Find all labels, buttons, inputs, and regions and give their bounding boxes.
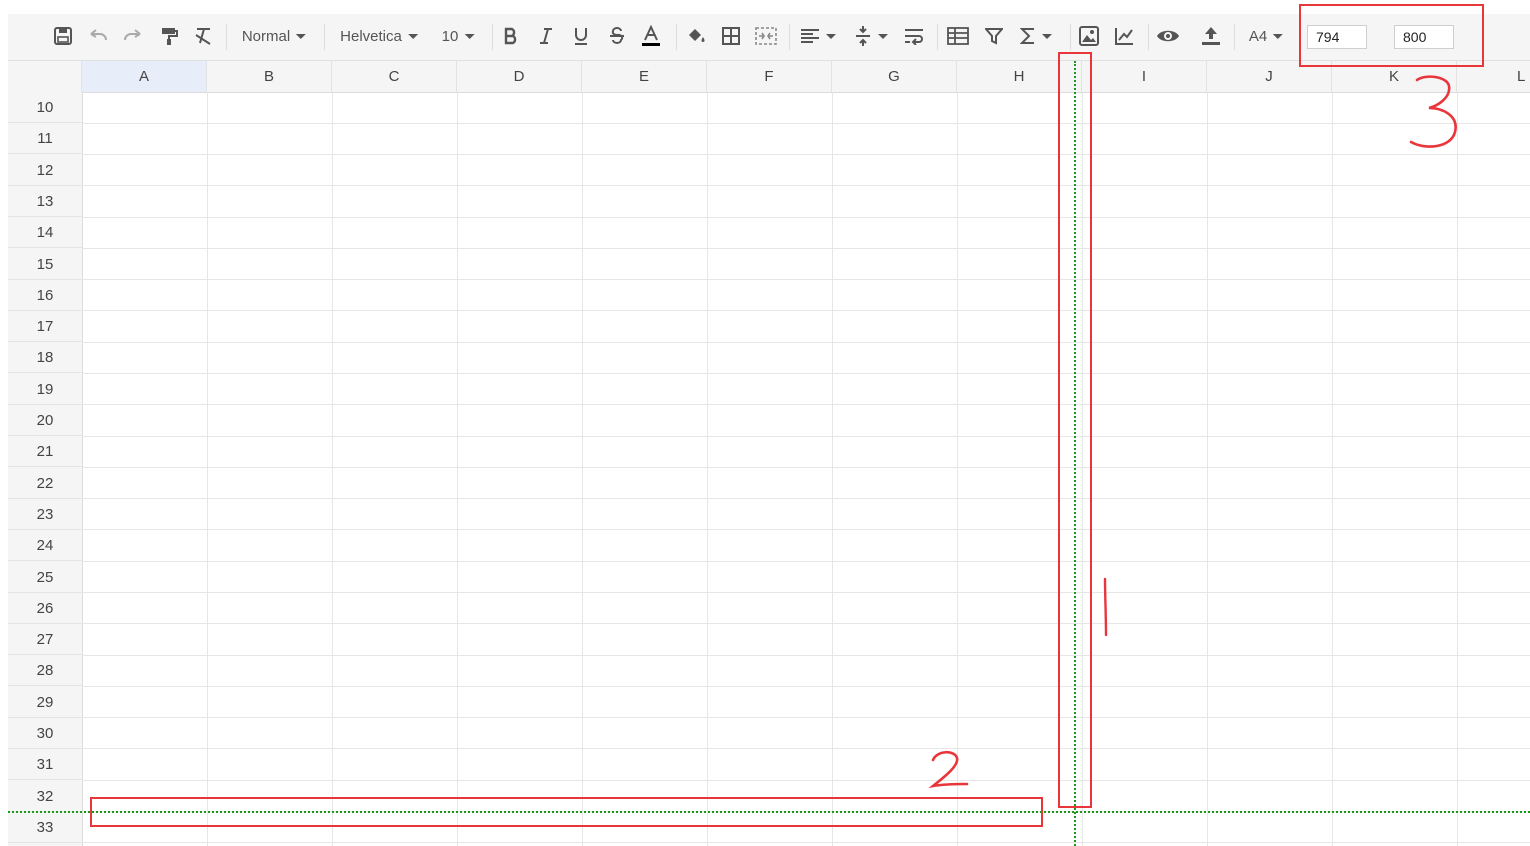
format-style-dropdown[interactable]: Normal — [241, 22, 307, 50]
annotation-label-1 — [1103, 577, 1108, 637]
row-header[interactable]: 31 — [8, 749, 82, 781]
cell-grid[interactable] — [82, 92, 1530, 846]
paint-format-icon[interactable] — [160, 22, 178, 50]
row-header[interactable]: 28 — [8, 655, 82, 687]
row-header[interactable]: 23 — [8, 499, 82, 530]
row-header[interactable]: 19 — [8, 374, 82, 405]
caret-down-icon — [296, 33, 307, 39]
row-header[interactable]: 12 — [8, 155, 82, 186]
column-header-i[interactable]: I — [1082, 61, 1207, 92]
row-header[interactable]: 14 — [8, 217, 82, 249]
caret-down-icon — [1273, 33, 1284, 39]
caret-down-icon — [826, 33, 836, 39]
font-family-label: Helvetica — [340, 27, 402, 45]
redo-icon[interactable] — [122, 22, 144, 50]
align-dropdown[interactable] — [800, 22, 836, 50]
annotation-box-2 — [90, 797, 1043, 827]
annotation-label-2 — [928, 750, 969, 789]
column-header-g[interactable]: G — [832, 61, 957, 92]
column-header-a[interactable]: A — [82, 61, 207, 92]
freeze-icon[interactable] — [947, 22, 969, 50]
row-header[interactable]: 10 — [8, 92, 82, 123]
column-header-b[interactable]: B — [207, 61, 332, 92]
corner-cell[interactable] — [8, 61, 82, 92]
column-header-d[interactable]: D — [457, 61, 582, 92]
row-header[interactable]: 25 — [8, 562, 82, 593]
annotation-box-1 — [1058, 52, 1092, 808]
strikethrough-icon[interactable] — [608, 22, 626, 50]
row-header[interactable]: 16 — [8, 280, 82, 311]
clear-format-icon[interactable] — [193, 22, 213, 50]
wrap-text-icon[interactable] — [903, 22, 925, 50]
row-header[interactable]: 21 — [8, 436, 82, 468]
caret-down-icon — [464, 33, 475, 39]
column-header-f[interactable]: F — [707, 61, 832, 92]
row-header[interactable]: 22 — [8, 468, 82, 499]
row-header[interactable]: 11 — [8, 123, 82, 155]
paper-size-dropdown[interactable]: A4 — [1248, 22, 1284, 50]
fill-color-icon[interactable] — [685, 22, 707, 50]
font-family-dropdown[interactable]: Helvetica — [340, 22, 418, 50]
text-color-icon[interactable] — [641, 22, 661, 50]
row-header[interactable]: 18 — [8, 342, 82, 374]
row-header[interactable]: 17 — [8, 311, 82, 343]
image-icon[interactable] — [1079, 22, 1099, 50]
paper-size-label: A4 — [1248, 27, 1268, 45]
annotation-box-3 — [1299, 4, 1484, 67]
merge-cells-icon[interactable] — [755, 22, 777, 50]
filter-icon[interactable] — [985, 22, 1003, 50]
caret-down-icon — [407, 33, 418, 39]
row-header[interactable]: 24 — [8, 530, 82, 562]
underline-icon[interactable] — [573, 22, 589, 50]
font-size-label: 10 — [441, 27, 459, 45]
row-header[interactable]: 29 — [8, 687, 82, 718]
row-header[interactable]: 15 — [8, 249, 82, 280]
save-icon[interactable] — [53, 22, 73, 50]
valign-dropdown[interactable] — [854, 22, 888, 50]
column-header-c[interactable]: C — [332, 61, 457, 92]
row-header[interactable]: 30 — [8, 718, 82, 749]
preview-icon[interactable] — [1156, 22, 1180, 50]
row-header[interactable]: 26 — [8, 593, 82, 624]
annotation-label-3 — [1409, 75, 1457, 148]
row-header-bar: 10 11 12 13 14 15 16 17 18 19 20 21 22 2… — [8, 92, 83, 846]
export-icon[interactable] — [1200, 22, 1222, 50]
row-header[interactable]: 20 — [8, 405, 82, 436]
chart-icon[interactable] — [1114, 22, 1134, 50]
caret-down-icon — [878, 33, 888, 39]
caret-down-icon — [1042, 33, 1052, 39]
font-size-dropdown[interactable]: 10 — [442, 22, 475, 50]
sum-dropdown[interactable] — [1020, 22, 1052, 50]
row-header[interactable]: 27 — [8, 624, 82, 656]
row-header[interactable]: 33 — [8, 812, 82, 843]
row-header[interactable]: 13 — [8, 186, 82, 217]
row-header[interactable]: 32 — [8, 781, 82, 812]
borders-icon[interactable] — [722, 22, 740, 50]
italic-icon[interactable] — [538, 22, 554, 50]
format-style-label: Normal — [241, 27, 291, 45]
column-header-e[interactable]: E — [582, 61, 707, 92]
bold-icon[interactable] — [503, 22, 519, 50]
undo-icon[interactable] — [87, 22, 109, 50]
